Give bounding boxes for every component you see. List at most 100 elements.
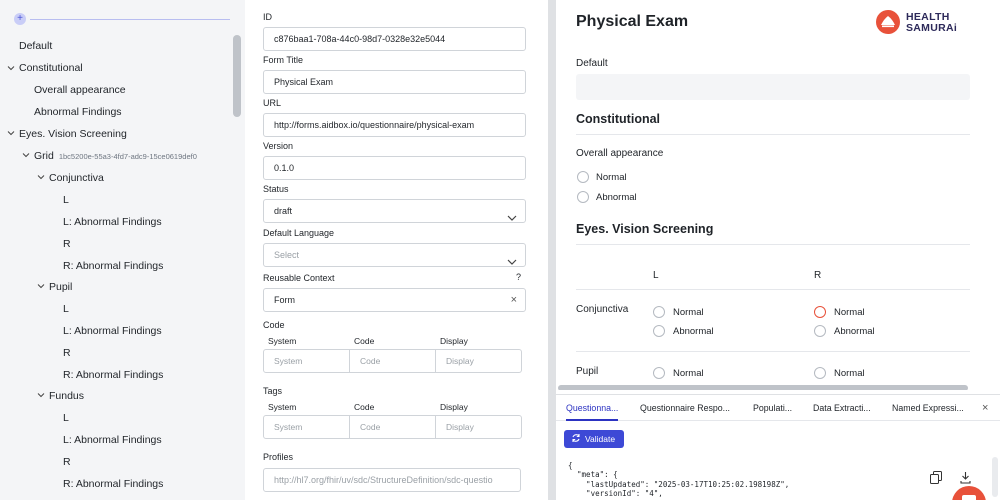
code-line: "meta": { [568,470,618,480]
version-label: Version [263,141,294,151]
tree-scrollbar[interactable] [233,35,241,117]
tree-item-label: Overall appearance [34,84,126,96]
tags-code-input[interactable]: Code [349,415,436,439]
radio-label: Normal [596,172,627,183]
divider [576,351,970,352]
status-label: Status [263,184,289,194]
clear-icon[interactable]: × [511,289,517,311]
default-language-select[interactable]: Select [263,243,526,267]
version-field[interactable]: 0.1.0 [263,156,526,180]
radio-overall-normal[interactable] [577,171,589,183]
tree-item-r-abnormal[interactable]: R: Abnormal Findings [63,476,163,492]
radio-label: Normal [673,368,704,379]
code-scrollbar[interactable] [992,457,998,497]
tree-item-default[interactable]: Default [19,38,52,54]
divider [576,244,970,245]
chevron-down-icon[interactable] [37,391,45,399]
code-system-input[interactable]: System [263,349,350,373]
form-title-field[interactable]: Physical Exam [263,70,526,94]
panel-splitter[interactable] [548,0,556,500]
json-code-view[interactable]: { "meta": { "lastUpdated": "2025-03-17T1… [568,461,789,498]
add-item-row[interactable]: + [14,12,230,28]
tree-item-l[interactable]: L [63,192,69,208]
tree-item-conjunctiva[interactable]: Conjunctiva [49,170,104,186]
radio-pupil-l-normal[interactable] [653,367,665,379]
tree-item-pupil[interactable]: Pupil [49,279,72,295]
tree-item-abnormal-findings[interactable]: Abnormal Findings [34,104,122,120]
tab-questionnaire-response[interactable]: Questionnaire Respo... [640,395,730,421]
close-icon[interactable]: × [982,395,988,421]
tree-item-r[interactable]: R [63,454,71,470]
help-icon[interactable]: ? [516,272,521,282]
tab-named-expressions[interactable]: Named Expressi... [892,395,964,421]
status-value: draft [274,206,293,216]
chevron-down-icon[interactable] [37,282,45,290]
chat-button[interactable] [952,486,986,500]
chat-icon [962,495,976,500]
context-value: Form [274,295,295,305]
radio-label: Normal [834,307,865,318]
tree-item-l-abnormal[interactable]: L: Abnormal Findings [63,214,162,230]
tree-item-l[interactable]: L [63,410,69,426]
tree-item-label: R: Abnormal Findings [63,478,164,490]
code-code-input[interactable]: Code [349,349,436,373]
tree-item-overall-appearance[interactable]: Overall appearance [34,82,126,98]
tree-item-r[interactable]: R [63,345,71,361]
profiles-field[interactable]: http://hl7.org/fhir/uv/sdc/StructureDefi… [263,468,521,492]
refresh-icon [571,431,581,451]
radio-conjunctiva-r-abnormal[interactable] [814,325,826,337]
tree-item-eyes-vision-screening[interactable]: Eyes. Vision Screening [19,126,127,142]
tree-item-label: Default [19,40,53,52]
tree-item-label: L [63,412,69,424]
tab-data-extraction[interactable]: Data Extracti... [813,395,871,421]
tree-item-fundus[interactable]: Fundus [49,388,84,404]
tree-item-label: Eyes. Vision Screening [19,128,127,140]
chevron-down-icon[interactable] [22,151,30,159]
tree-item-grid[interactable]: Grid 1bc5200e-55a3-4fd7-adc9-15ce0619def0 [34,148,197,164]
reusable-context-select[interactable]: Form × [263,288,526,312]
radio-conjunctiva-l-abnormal[interactable] [653,325,665,337]
tree-item-label: L: Abnormal Findings [63,325,162,337]
tree-item-r[interactable]: R [63,236,71,252]
default-input[interactable] [576,74,970,100]
tags-display-input[interactable]: Display [435,415,522,439]
grid-id: 1bc5200e-55a3-4fd7-adc9-15ce0619def0 [58,152,197,161]
copy-icon[interactable] [930,471,942,487]
language-placeholder: Select [274,250,300,260]
tab-questionnaire[interactable]: Questionna... [566,395,619,421]
tree-item-l[interactable]: L [63,301,69,317]
tree-item-label: Abnormal Findings [34,106,122,118]
status-select[interactable]: draft [263,199,526,223]
tree-item-label: Grid [34,150,54,162]
tree-item-label: Fundus [49,390,85,402]
form-settings-panel: ID c876baa1-708a-44c0-98d7-0328e32e5044 … [245,0,552,500]
chevron-down-icon[interactable] [7,64,15,72]
overall-appearance-label: Overall appearance [576,148,664,159]
radio-conjunctiva-l-normal[interactable] [653,306,665,318]
validate-label: Validate [585,434,616,444]
radio-conjunctiva-r-normal[interactable] [814,306,826,318]
code-display-input[interactable]: Display [435,349,522,373]
tree-item-r-abnormal[interactable]: R: Abnormal Findings [63,367,163,383]
id-field[interactable]: c876baa1-708a-44c0-98d7-0328e32e5044 [263,27,526,51]
url-field[interactable]: http://forms.aidbox.io/questionnaire/phy… [263,113,526,137]
conjunctiva-label: Conjunctiva [576,304,629,315]
preview-horizontal-scrollbar[interactable] [558,385,968,390]
validate-button[interactable]: Validate [564,430,624,448]
add-item-button[interactable]: + [14,13,26,25]
code-label: Code [263,320,285,330]
download-icon[interactable] [960,471,971,487]
tree-item-l-abnormal[interactable]: L: Abnormal Findings [63,323,162,339]
tree-item-constitutional[interactable]: Constitutional [19,60,83,76]
tags-system-input[interactable]: System [263,415,350,439]
radio-pupil-r-normal[interactable] [814,367,826,379]
tab-population[interactable]: Populati... [753,395,792,421]
chevron-down-icon[interactable] [7,129,15,137]
grid-col-l: L [653,270,659,281]
insert-line [30,19,230,20]
radio-overall-abnormal[interactable] [577,191,589,203]
tree-item-r-abnormal[interactable]: R: Abnormal Findings [63,258,163,274]
logo-text-samurai: SAMURAi [906,22,958,34]
chevron-down-icon[interactable] [37,173,45,181]
tree-item-l-abnormal[interactable]: L: Abnormal Findings [63,432,162,448]
